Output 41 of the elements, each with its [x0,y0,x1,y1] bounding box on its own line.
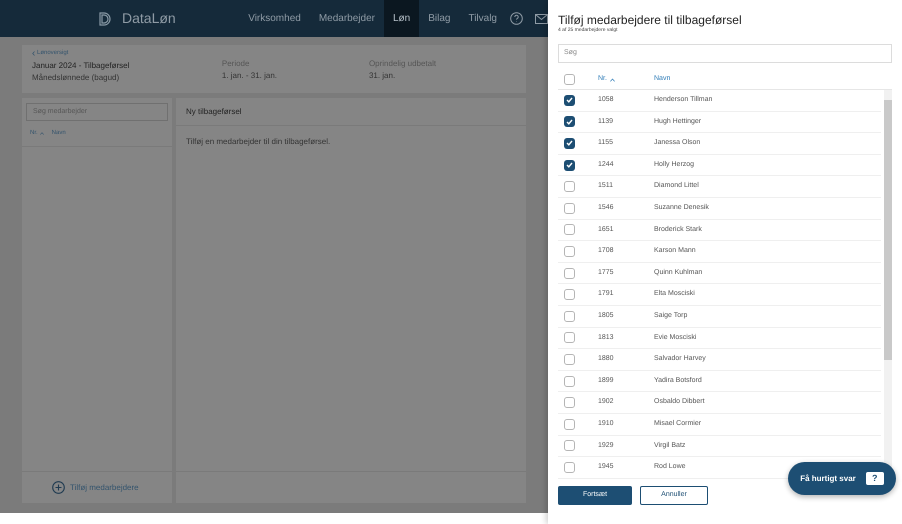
checkbox[interactable] [564,138,575,149]
checkbox[interactable] [564,332,575,344]
panel-title: Ny tilbageførsel [186,106,242,118]
logo-icon [98,10,112,26]
checkbox[interactable] [564,74,575,85]
checkbox[interactable] [564,181,575,192]
checkbox[interactable] [564,202,575,214]
nav-tab[interactable]: Medarbejder [310,0,384,37]
panel-message: Tilføj en medarbejder til din tilbageførsel. [185,136,332,148]
field-value: 1. jan. - 31. jan. [222,70,278,82]
logo-text: DataLøn [122,9,176,28]
drawer-title: Tilføj medarbejdere til tilbageførsel [558,13,743,27]
checkbox[interactable] [564,116,575,128]
checkbox[interactable] [564,289,575,300]
checkbox[interactable] [564,246,575,257]
checkbox[interactable] [564,268,575,279]
payroll-subtitle: Månedslønnede (bagud) [32,72,120,84]
checkbox[interactable] [564,462,575,473]
checkbox[interactable] [564,376,575,387]
sort-up-icon [40,132,44,135]
checkbox[interactable] [564,310,575,322]
checkbox[interactable] [564,94,575,106]
nav-tab[interactable]: Løn [384,0,420,37]
help-icon[interactable] [510,12,523,25]
nav-tab[interactable]: Tilvalg [459,0,506,37]
help-chat-toast[interactable]: Få hurtigt svar ? [788,462,896,495]
field-value: 31. jan. [368,70,396,82]
checkbox[interactable] [564,418,575,430]
checkbox[interactable] [564,160,575,171]
checkbox[interactable] [564,440,575,452]
nav-tab[interactable]: Bilag [419,0,460,37]
nav-tab[interactable]: Virksomhed [239,0,310,37]
speech-bubble-icon: ? [866,472,884,485]
chevron-left-icon[interactable] [32,51,35,56]
checkbox[interactable] [564,397,575,408]
payroll-title: Januar 2024 - Tilbageførsel [32,60,130,72]
sort-up-icon [610,78,615,82]
mail-icon[interactable] [535,14,548,24]
checkbox[interactable] [564,224,575,236]
plus-circle-icon[interactable] [52,481,65,494]
checkbox[interactable] [564,354,575,365]
